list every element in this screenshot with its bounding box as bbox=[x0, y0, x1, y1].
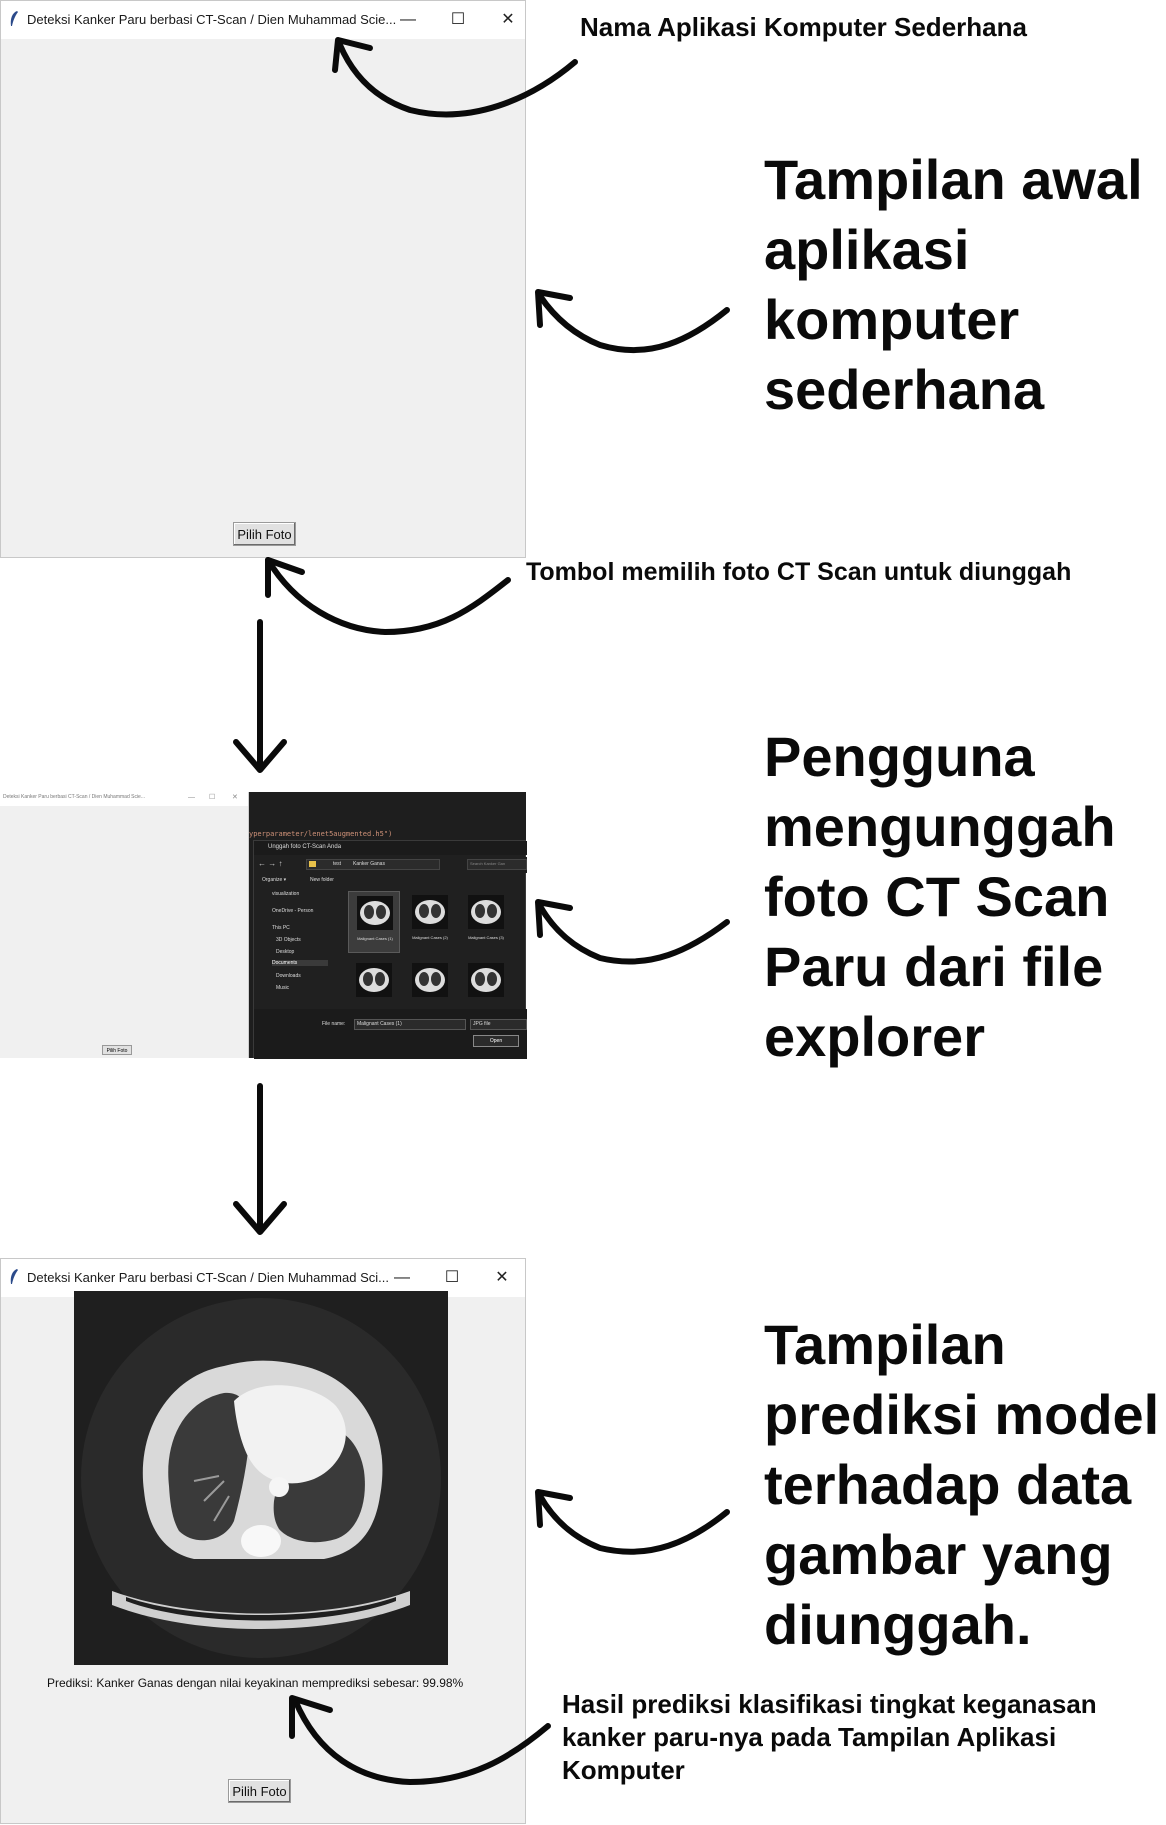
annotation-arrows bbox=[233, 37, 730, 1785]
curved-arrow bbox=[537, 293, 730, 354]
curved-arrow bbox=[292, 1697, 551, 1785]
curved-arrow bbox=[537, 903, 730, 965]
curved-arrow bbox=[537, 1493, 730, 1555]
curved-arrow bbox=[337, 42, 578, 118]
